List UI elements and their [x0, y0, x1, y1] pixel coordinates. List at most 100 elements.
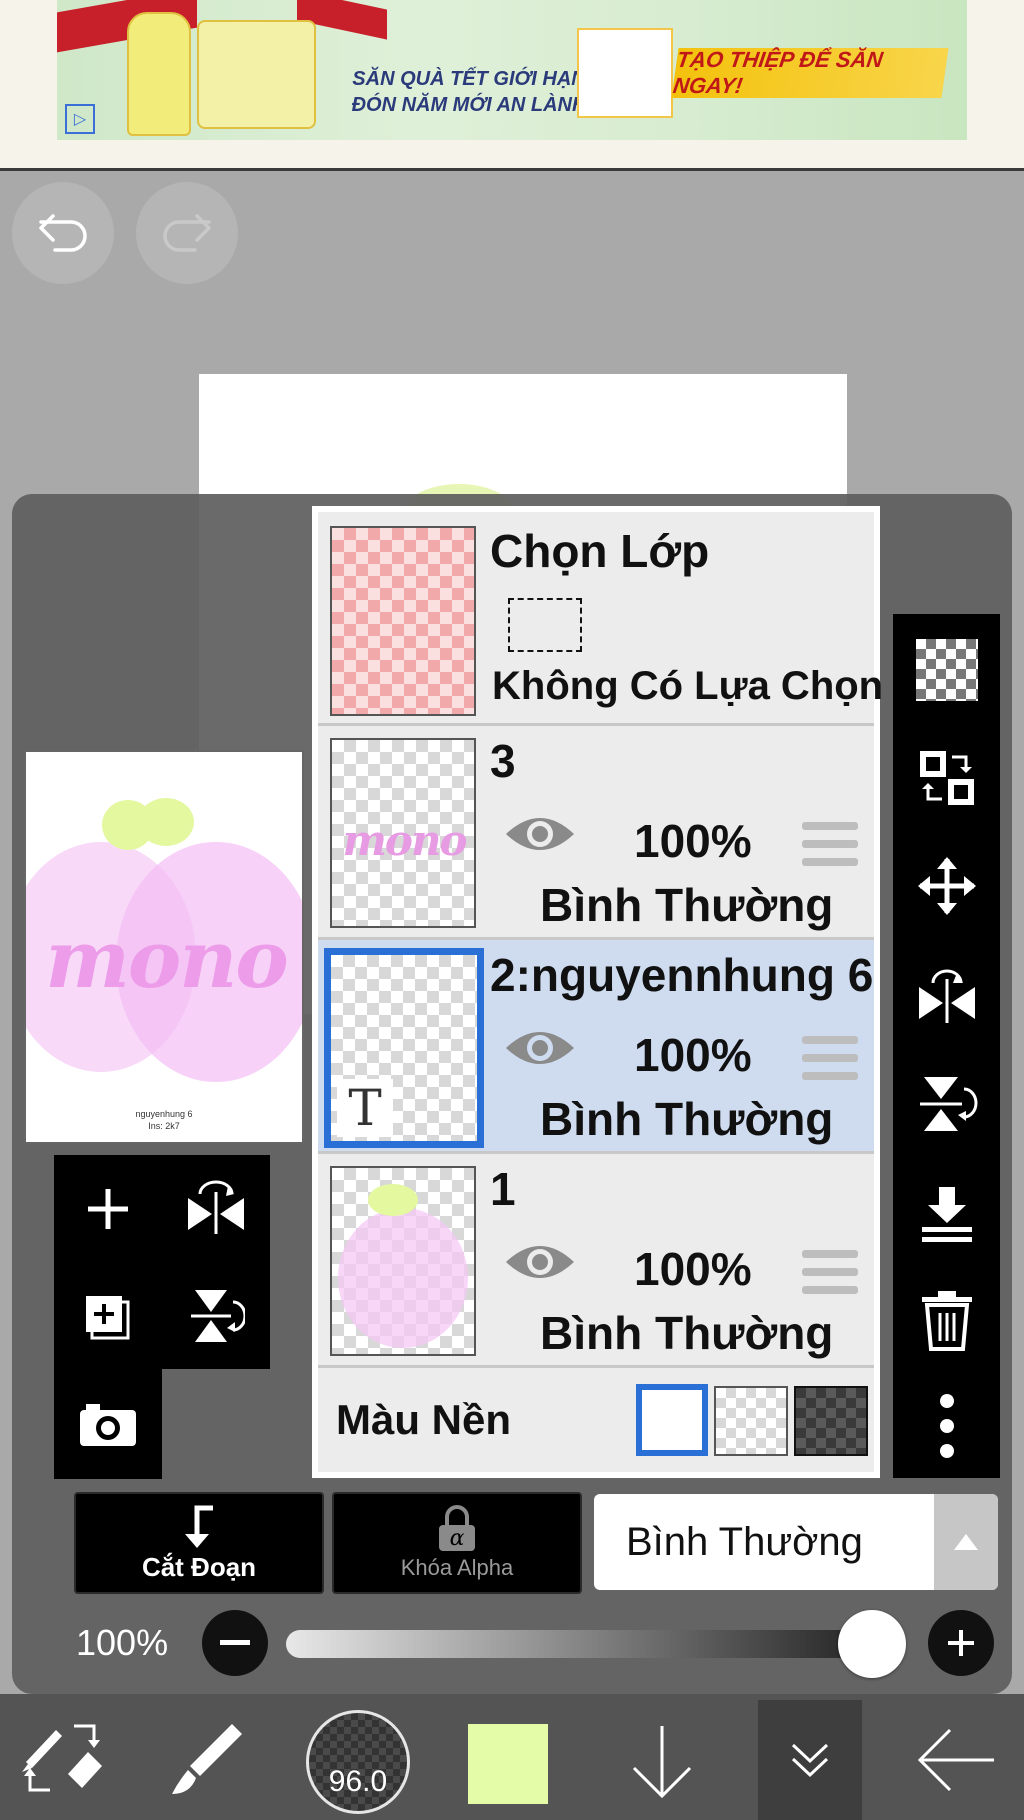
background-color-row: Màu Nền: [318, 1368, 874, 1472]
selection-layer-row[interactable]: Chọn Lớp Không Có Lựa Chọn: [318, 512, 883, 726]
undo-button[interactable]: [12, 182, 114, 284]
more-options-button[interactable]: [893, 1376, 1000, 1476]
lock-icon: α: [439, 1505, 475, 1551]
thumbnail-circle: [338, 1208, 468, 1348]
duplicate-layer-button[interactable]: [54, 1263, 162, 1369]
checker-icon: [915, 639, 978, 701]
delete-layer-button[interactable]: [893, 1270, 1000, 1370]
brush-size-button[interactable]: 96.0: [306, 1710, 410, 1814]
flip-horizontal-icon: [918, 969, 975, 1023]
tool-switch-button[interactable]: [16, 1716, 106, 1798]
background-white-option[interactable]: [636, 1384, 708, 1456]
layer-thumbnail: [330, 1166, 476, 1356]
background-transparent-option[interactable]: [714, 1386, 788, 1456]
opacity-increase-button[interactable]: [928, 1610, 994, 1676]
transform-layer-button[interactable]: [893, 728, 1000, 828]
clip-arrow-icon: [185, 1505, 213, 1548]
back-button[interactable]: [914, 1718, 1000, 1802]
clipping-label: Cắt Đoạn: [141, 1551, 257, 1582]
layers-list: Chọn Lớp Không Có Lựa Chọn mono 3 100% B…: [312, 506, 883, 1478]
alpha-lock-button[interactable]: α Khóa Alpha: [332, 1492, 582, 1594]
ad-card: [577, 28, 673, 118]
drag-handle-icon[interactable]: [802, 1250, 858, 1304]
drag-handle-icon[interactable]: [802, 1036, 858, 1090]
move-icon: [917, 857, 976, 915]
add-layer-button[interactable]: [54, 1155, 162, 1263]
flip-vertical-icon: [919, 1077, 977, 1131]
layer-name: 1: [490, 1163, 516, 1215]
brush-icon: [172, 1724, 242, 1794]
ad-bottle: [127, 12, 191, 136]
flip-horizontal-icon: [188, 1180, 244, 1234]
layer-opacity: 100%: [634, 1243, 752, 1295]
ad-cta: TẠO THIỆP ĐỂ SĂN NGAY!: [671, 47, 949, 98]
opacity-decrease-button[interactable]: [202, 1610, 268, 1676]
selection-status: Không Có Lựa Chọn: [492, 664, 884, 708]
transparent-fill-button[interactable]: [893, 620, 1000, 720]
duplicate-layer-icon: [86, 1296, 130, 1340]
brush-eraser-swap-icon: [22, 1724, 102, 1792]
plus-icon: [88, 1189, 128, 1229]
transform-layer-icon: [919, 751, 974, 805]
opacity-slider[interactable]: [286, 1630, 886, 1658]
background-dark-option[interactable]: [794, 1386, 868, 1456]
preview-text: mono: [45, 912, 289, 1006]
flip-horizontal-button[interactable]: [162, 1155, 270, 1263]
eye-icon[interactable]: [502, 1024, 578, 1072]
blend-mode-select[interactable]: Bình Thường: [594, 1494, 998, 1590]
layer-row[interactable]: mono 3 100% Bình Thường: [318, 726, 874, 940]
flip-horizontal-side-button[interactable]: [893, 946, 1000, 1046]
redo-button[interactable]: [136, 182, 238, 284]
flip-vertical-icon: [191, 1290, 245, 1342]
canvas-preview[interactable]: mono nguyenhung 6 Ins: 2k7: [24, 750, 304, 1144]
layer-thumbnail: T: [324, 948, 484, 1148]
camera-button[interactable]: [54, 1369, 162, 1479]
merge-down-button[interactable]: [893, 1164, 1000, 1264]
brush-size-value: 96.0: [328, 1765, 388, 1798]
layer-down-button[interactable]: [620, 1716, 704, 1806]
opacity-slider-thumb[interactable]: [838, 1610, 906, 1678]
triangle-up-icon: [954, 1534, 978, 1550]
brush-tool-button[interactable]: [160, 1716, 250, 1798]
ad-image[interactable]: SĂN QUÀ TẾT GIỚI HẠN ĐÓN NĂM MỚI AN LÀNH…: [57, 0, 967, 140]
ad-box: [197, 20, 316, 129]
flip-vertical-button[interactable]: [162, 1263, 270, 1369]
ad-choices-icon[interactable]: ▷: [65, 104, 95, 134]
background-label: Màu Nền: [336, 1396, 512, 1443]
layer-opacity: 100%: [634, 815, 752, 867]
svg-text:α: α: [450, 1526, 465, 1551]
eye-icon[interactable]: [502, 810, 578, 858]
layer-row[interactable]: 1 100% Bình Thường: [318, 1154, 874, 1368]
opacity-label: 100%: [76, 1622, 169, 1663]
color-picker-button[interactable]: [468, 1724, 548, 1804]
layer-name: 3: [490, 735, 516, 787]
layer-blend-mode: Bình Thường: [540, 1307, 834, 1359]
layer-blend-mode: Bình Thường: [540, 879, 834, 931]
layer-side-tools: [893, 614, 1000, 1478]
plus-icon: [948, 1630, 974, 1656]
move-button[interactable]: [893, 836, 1000, 936]
layer-opacity: 100%: [634, 1029, 752, 1081]
minus-icon: [220, 1640, 250, 1645]
selection-layer-title: Chọn Lớp: [490, 525, 710, 577]
flip-vertical-side-button[interactable]: [893, 1054, 1000, 1154]
ad-banner[interactable]: SĂN QUÀ TẾT GIỚI HẠN ĐÓN NĂM MỚI AN LÀNH…: [0, 0, 1024, 171]
trash-icon: [921, 1291, 972, 1351]
layer-blend-mode: Bình Thường: [540, 1093, 834, 1145]
ad-headline: SĂN QUÀ TẾT GIỚI HẠN ĐÓN NĂM MỚI AN LÀNH: [351, 68, 587, 116]
bottom-toolbar: 96.0: [0, 1694, 1024, 1820]
layer-thumbnail: [330, 526, 476, 716]
clipping-button[interactable]: Cắt Đoạn: [74, 1492, 324, 1594]
layers-panel-toggle[interactable]: [758, 1700, 862, 1820]
drag-handle-icon[interactable]: [802, 822, 858, 876]
undo-icon: [39, 214, 87, 252]
arrow-left-icon: [917, 1728, 994, 1792]
redo-icon: [163, 214, 211, 252]
layer-row-selected[interactable]: T 2:nguyennhung 6 100% Bình Thường: [318, 940, 874, 1154]
eye-icon[interactable]: [502, 1238, 578, 1286]
merge-down-icon: [921, 1187, 972, 1242]
double-chevron-down-icon: [791, 1743, 829, 1778]
selection-marquee-icon: [508, 598, 582, 652]
blend-mode-dropdown[interactable]: [934, 1494, 998, 1590]
preview-caption: nguyenhung 6 Ins: 2k7: [135, 1109, 193, 1131]
